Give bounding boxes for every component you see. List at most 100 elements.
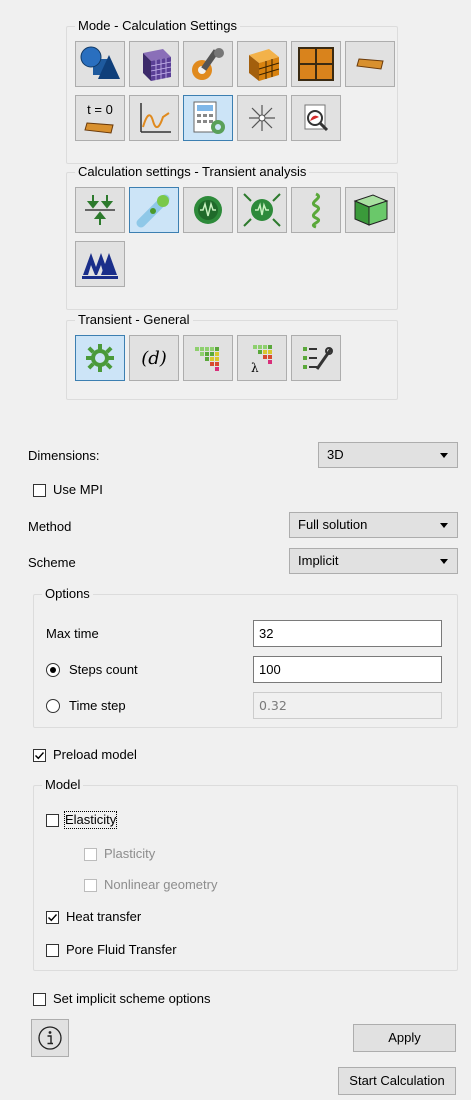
inspect-button[interactable] <box>291 95 341 141</box>
fibers-button[interactable] <box>129 187 179 233</box>
scheme-value: Implicit <box>298 553 339 568</box>
radio-selected-dot <box>50 667 56 673</box>
info-button[interactable] <box>31 1019 69 1057</box>
gear-button[interactable] <box>75 335 125 381</box>
calc-group-title: Calculation settings - Transient analysi… <box>75 164 310 180</box>
dimensions-label: Dimensions: <box>28 448 100 463</box>
transient-group-title: Transient - General <box>75 312 193 328</box>
sensor-expand-button[interactable] <box>237 187 287 233</box>
time-step-label: Time step <box>69 698 126 713</box>
inspect-icon <box>304 104 329 132</box>
mode-calculation-settings-group: Mode - Calculation Settings t = 0 <box>66 18 398 164</box>
grid-button[interactable] <box>291 41 341 87</box>
nonlinear-geometry-checkbox <box>84 879 97 892</box>
method-value: Full solution <box>298 517 368 532</box>
checkmark-icon <box>48 914 58 922</box>
method-select[interactable]: Full solution <box>289 512 458 538</box>
explode-icon <box>249 105 275 131</box>
pore-fluid-transfer-checkbox[interactable] <box>46 944 59 957</box>
steps-count-input[interactable]: 100 <box>253 656 442 683</box>
time-step-input: 0.32 <box>253 692 442 719</box>
lambda-label: λ <box>251 361 259 375</box>
logo-button[interactable] <box>75 241 125 287</box>
dimensions-value: 3D <box>327 447 344 462</box>
boundary-cube-icon <box>249 49 280 81</box>
gear-icon <box>86 344 114 372</box>
initial-conditions-button[interactable]: t = 0 <box>75 95 125 141</box>
calculator-icon <box>193 101 225 134</box>
settings-list-icon <box>303 347 333 370</box>
plasticity-checkbox <box>84 848 97 861</box>
elasticity-checkbox[interactable] <box>46 814 59 827</box>
matrix-button[interactable] <box>183 335 233 381</box>
calculation-settings-transient-group: Calculation settings - Transient analysi… <box>66 164 398 310</box>
preload-model-checkbox[interactable] <box>33 749 46 762</box>
function-d-label: (d) <box>141 348 167 369</box>
material-button[interactable] <box>345 41 395 87</box>
logo-icon <box>82 253 118 279</box>
grid-icon <box>298 47 334 81</box>
implicit-scheme-options-checkbox[interactable] <box>33 993 46 1006</box>
spring-icon <box>311 192 321 229</box>
loads-button[interactable] <box>75 187 125 233</box>
plasticity-label: Plasticity <box>104 846 156 861</box>
chevron-down-icon <box>440 559 448 564</box>
sensor-button[interactable] <box>183 187 233 233</box>
material-icon <box>356 58 384 70</box>
sensor-icon <box>194 196 222 224</box>
box-icon <box>353 194 389 226</box>
dimensions-select[interactable]: 3D <box>318 442 458 468</box>
geometry-icon <box>80 46 120 79</box>
method-label: Method <box>28 519 72 534</box>
graph-icon <box>140 103 171 133</box>
preload-model-label: Preload model <box>53 747 137 762</box>
tools-button[interactable] <box>183 41 233 87</box>
use-mpi-label: Use MPI <box>53 482 103 497</box>
steps-count-radio[interactable] <box>46 663 60 677</box>
chevron-down-icon <box>440 523 448 528</box>
scheme-label: Scheme <box>28 555 76 570</box>
boundary-cube-button[interactable] <box>237 41 287 87</box>
mesh-button[interactable] <box>129 41 179 87</box>
transient-general-group: Transient - General (d) λ <box>66 312 398 400</box>
use-mpi-checkbox[interactable] <box>33 484 46 497</box>
elasticity-label: Elasticity <box>63 811 118 829</box>
matrix-lambda-icon: λ <box>251 345 272 375</box>
graph-button[interactable] <box>129 95 179 141</box>
checkmark-icon <box>35 752 45 760</box>
implicit-scheme-options-label: Set implicit scheme options <box>53 991 211 1006</box>
mesh-icon <box>143 49 172 81</box>
scheme-select[interactable]: Implicit <box>289 548 458 574</box>
settings-list-button[interactable] <box>291 335 341 381</box>
nonlinear-geometry-label: Nonlinear geometry <box>104 877 218 892</box>
calculator-button[interactable] <box>183 95 233 141</box>
max-time-label: Max time <box>46 626 99 641</box>
spring-button[interactable] <box>291 187 341 233</box>
chevron-down-icon <box>440 453 448 458</box>
box-button[interactable] <box>345 187 395 233</box>
apply-button[interactable]: Apply <box>353 1024 456 1052</box>
function-d-button[interactable]: (d) <box>129 335 179 381</box>
heat-transfer-label: Heat transfer <box>66 909 142 924</box>
options-title: Options <box>42 586 93 602</box>
geometry-button[interactable] <box>75 41 125 87</box>
mode-group-title: Mode - Calculation Settings <box>75 18 240 34</box>
explode-button[interactable] <box>237 95 287 141</box>
tools-icon <box>192 48 224 80</box>
time-step-radio[interactable] <box>46 699 60 713</box>
function-d-icon: (d) <box>141 348 167 369</box>
start-calculation-button[interactable]: Start Calculation <box>338 1067 456 1095</box>
steps-count-label: Steps count <box>69 662 138 677</box>
t-zero-label: t = 0 <box>87 102 113 117</box>
heat-transfer-checkbox[interactable] <box>46 911 59 924</box>
matrix-lambda-button[interactable]: λ <box>237 335 287 381</box>
fibers-icon <box>136 194 170 228</box>
info-icon <box>38 1026 62 1050</box>
initial-conditions-icon: t = 0 <box>84 102 114 134</box>
max-time-input[interactable]: 32 <box>253 620 442 647</box>
model-title: Model <box>42 777 84 793</box>
sensor-expand-icon <box>243 193 281 227</box>
pore-fluid-transfer-label: Pore Fluid Transfer <box>66 942 177 957</box>
loads-icon <box>85 195 115 225</box>
matrix-icon <box>195 347 219 371</box>
